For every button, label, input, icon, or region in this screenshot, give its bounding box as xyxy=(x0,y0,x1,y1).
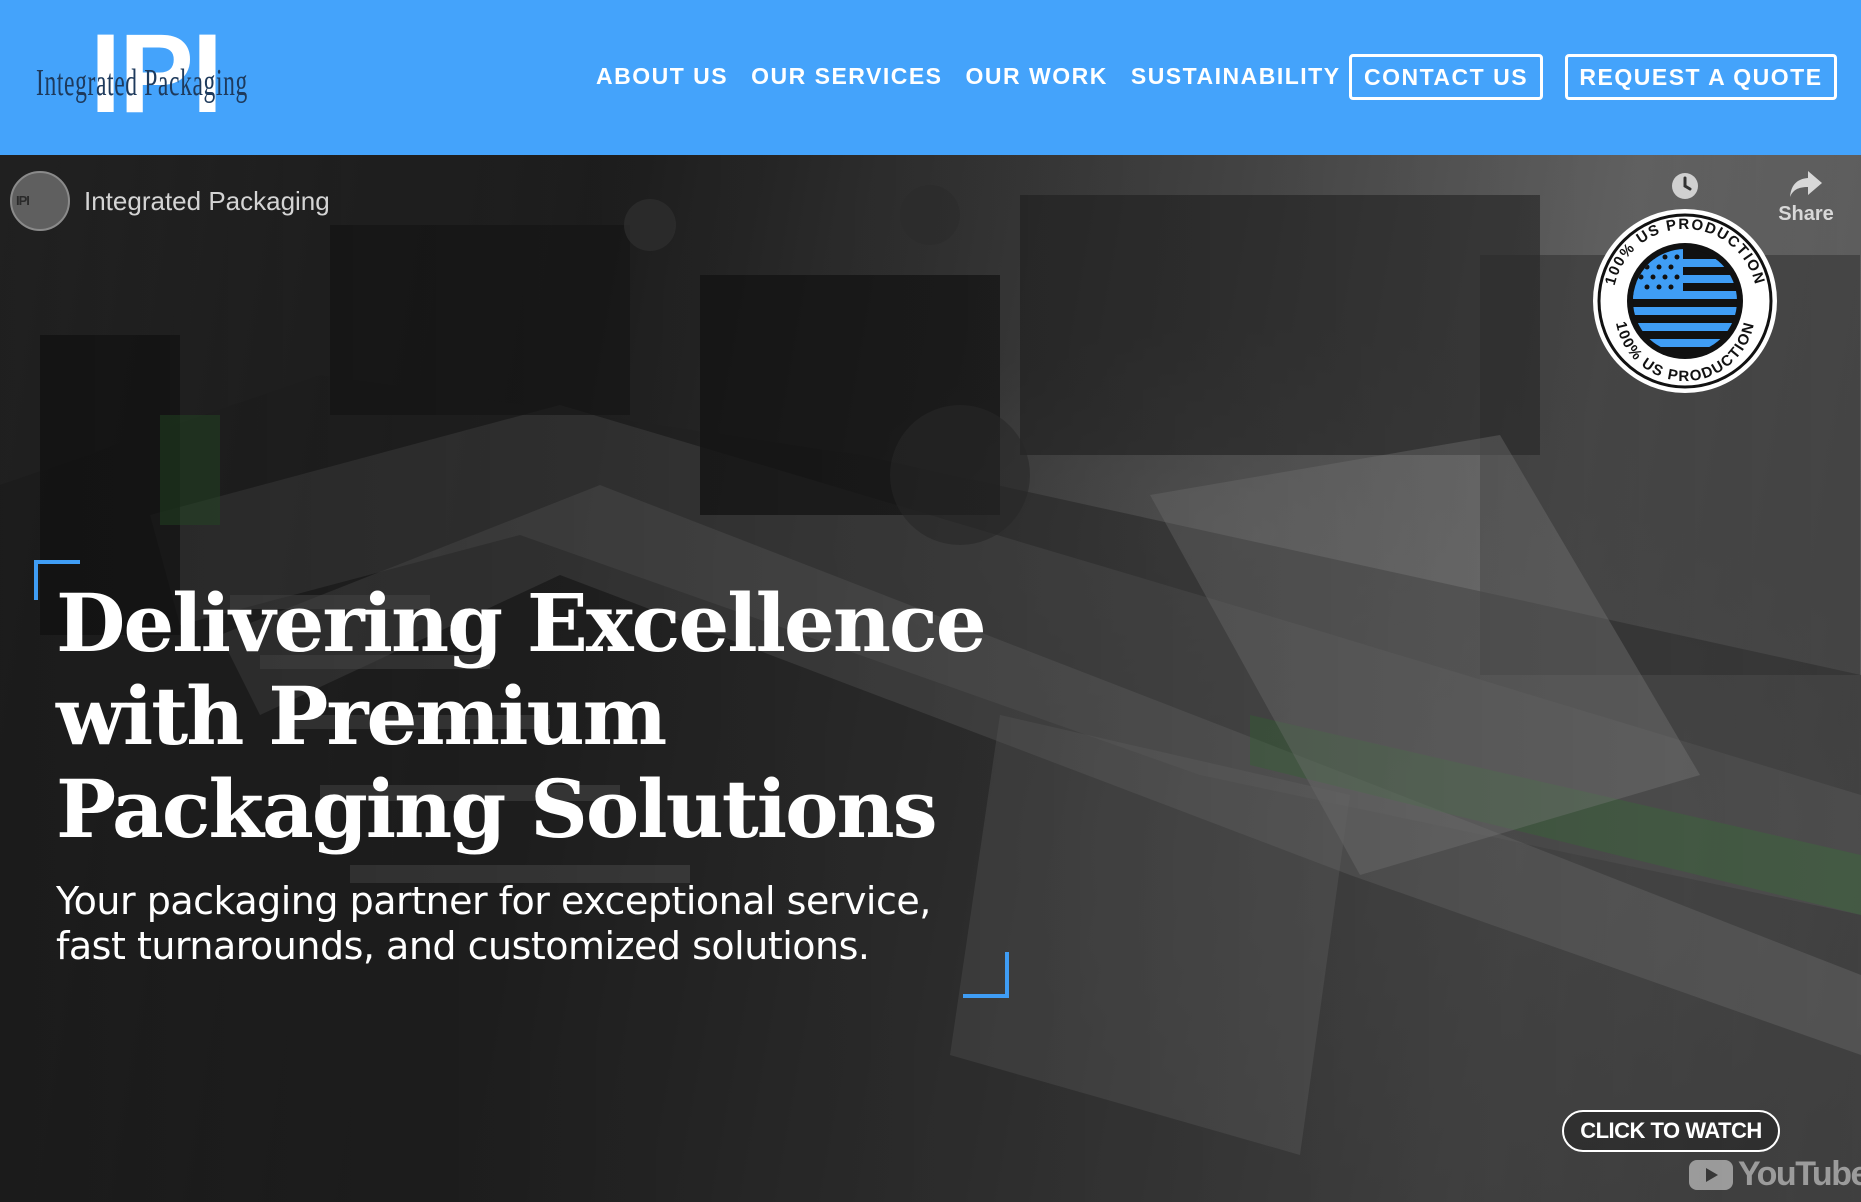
subtitle-line-2: fast turnarounds, and customized solutio… xyxy=(56,924,870,968)
youtube-logo[interactable]: YouTube xyxy=(1688,1155,1861,1194)
video-channel-info[interactable]: IPI Integrated Packaging xyxy=(10,171,330,231)
headline-line-2: with Premium xyxy=(56,669,667,763)
hero-video[interactable]: IPI Integrated Packaging Share 100% US P… xyxy=(0,155,1861,1202)
site-header: IPI Integrated Packaging ABOUT US OUR SE… xyxy=(0,0,1861,155)
contact-us-button[interactable]: CONTACT US xyxy=(1349,54,1543,100)
request-quote-button[interactable]: REQUEST A QUOTE xyxy=(1565,54,1837,100)
share-button[interactable]: Share xyxy=(1770,169,1842,226)
clock-icon[interactable] xyxy=(1670,171,1700,201)
share-label: Share xyxy=(1778,203,1834,225)
nav-our-services[interactable]: OUR SERVICES xyxy=(751,56,942,96)
subtitle-line-1: Your packaging partner for exceptional s… xyxy=(56,879,931,923)
click-to-watch-button[interactable]: CLICK TO WATCH xyxy=(1562,1110,1780,1152)
nav-about-us[interactable]: ABOUT US xyxy=(596,56,728,96)
channel-avatar[interactable]: IPI xyxy=(10,171,70,231)
nav-our-work[interactable]: OUR WORK xyxy=(966,56,1108,96)
us-production-badge: 100% US PRODUCTION 100% US PRODUCTION xyxy=(1593,209,1777,393)
headline-line-1: Delivering Excellence xyxy=(56,576,987,670)
youtube-label: YouTube xyxy=(1738,1155,1861,1193)
video-title[interactable]: Integrated Packaging xyxy=(84,186,330,217)
site-logo[interactable]: IPI Integrated Packaging xyxy=(36,18,286,130)
corner-bracket-bottom-right xyxy=(963,952,1009,998)
nav-sustainability[interactable]: SUSTAINABILITY xyxy=(1131,56,1341,96)
main-nav: ABOUT US OUR SERVICES OUR WORK SUSTAINAB… xyxy=(596,56,1364,96)
headline-line-3: Packaging Solutions xyxy=(56,762,938,856)
logo-wordmark: Integrated Packaging xyxy=(36,62,248,104)
youtube-icon xyxy=(1689,1159,1733,1190)
hero-subtitle: Your packaging partner for exceptional s… xyxy=(56,879,1016,969)
hero-headline: Delivering Excellence with Premium Packa… xyxy=(56,577,1016,856)
share-icon xyxy=(1790,171,1822,197)
